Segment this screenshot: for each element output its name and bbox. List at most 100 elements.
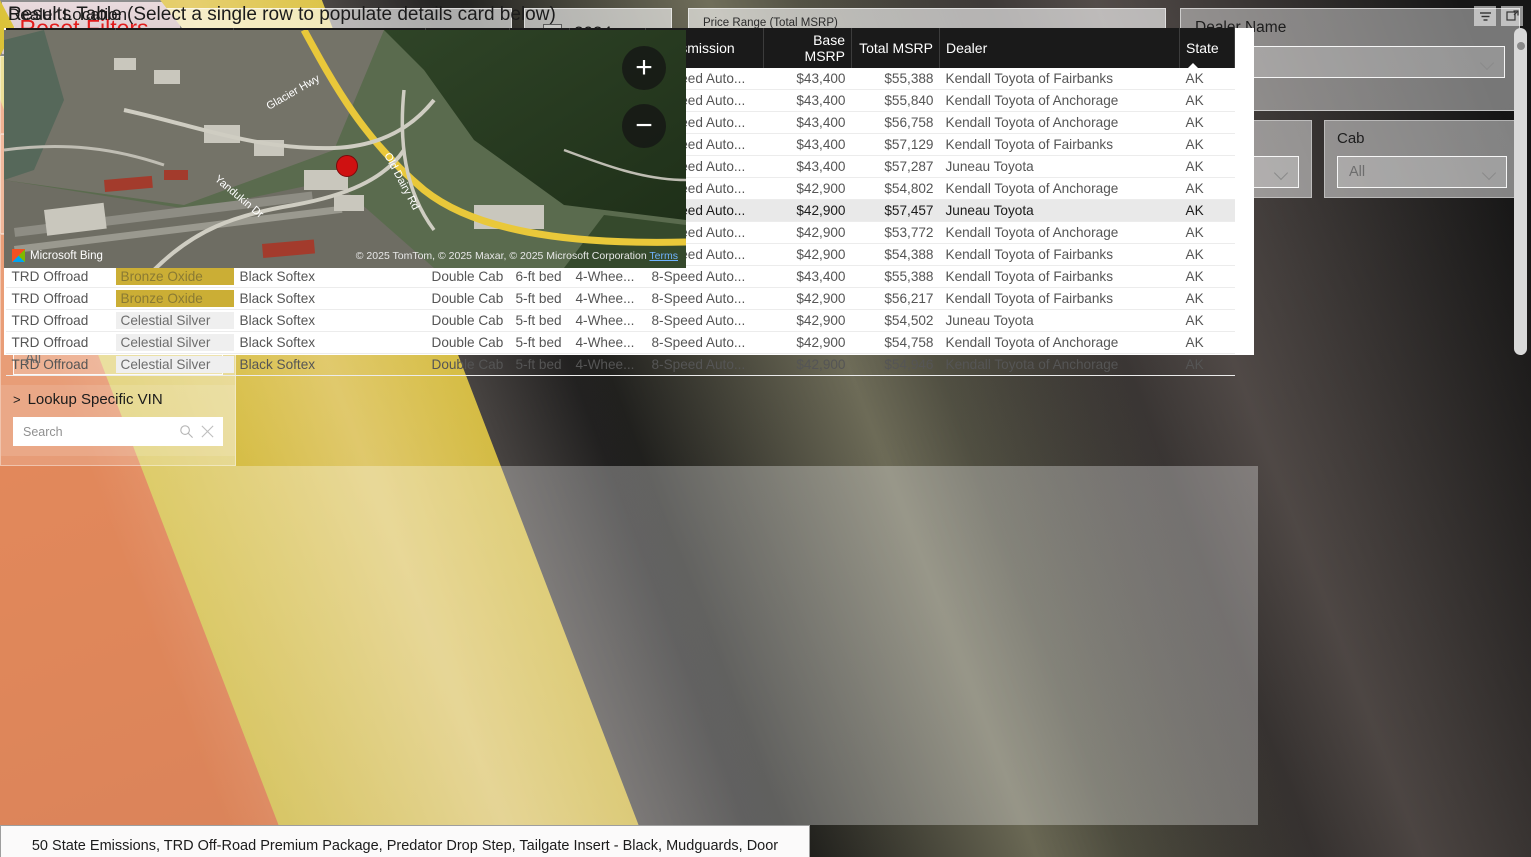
- cell-transmission: 8-Speed Auto...: [645, 353, 764, 376]
- cell-interior: Black Softex: [233, 287, 426, 310]
- cab-filter-label: Cab: [1337, 130, 1365, 147]
- cell-dealer: Kendall Toyota of Fairbanks: [939, 133, 1180, 156]
- scrollbar-thumb[interactable]: [1516, 42, 1525, 50]
- cell-base-msrp: $42,900: [763, 199, 852, 222]
- cell-dealer: Kendall Toyota of Fairbanks: [939, 287, 1180, 310]
- clear-icon[interactable]: [200, 424, 215, 439]
- cell-transmission: 8-Speed Auto...: [645, 287, 764, 310]
- vin-lookup-section: > Lookup Specific VIN Search: [1, 385, 235, 456]
- cell-total-msrp: $57,287: [851, 155, 940, 178]
- color-swatch: Celestial Silver: [115, 356, 234, 373]
- cell-total-msrp: $54,802: [851, 177, 940, 200]
- cell-base-msrp: $43,400: [763, 111, 852, 134]
- cell-state: AK: [1179, 353, 1235, 376]
- cell-state: AK: [1179, 221, 1235, 244]
- cell-trim: TRD Offroad: [5, 265, 116, 288]
- vin-lookup-header[interactable]: > Lookup Specific VIN: [13, 391, 223, 408]
- cell-state: AK: [1179, 177, 1235, 200]
- search-icon[interactable]: [179, 424, 194, 439]
- column-header-total-msrp[interactable]: Total MSRP: [851, 28, 940, 68]
- dealer-location-title: Dealer Location: [8, 5, 128, 24]
- focus-mode-icon[interactable]: [1501, 6, 1523, 26]
- cell-dealer: Kendall Toyota of Anchorage: [939, 221, 1180, 244]
- table-row[interactable]: TRD Offroad Celestial Silver Black Softex D…: [5, 309, 1235, 332]
- table-vertical-scrollbar[interactable]: [1514, 28, 1527, 355]
- map-terms-link[interactable]: Terms: [649, 250, 678, 262]
- cell-transmission: 8-Speed Auto...: [645, 309, 764, 332]
- option-packages-section: 50 State Emissions, TRD Off-Road Premium…: [1, 826, 809, 857]
- cell-dealer: Kendall Toyota of Anchorage: [939, 331, 1180, 354]
- cell-cab: Double Cab: [425, 265, 510, 288]
- cell-dealer: Kendall Toyota of Fairbanks: [939, 68, 1180, 90]
- cell-dealer: Kendall Toyota of Anchorage: [939, 353, 1180, 376]
- cell-base-msrp: $42,900: [763, 221, 852, 244]
- cell-base-msrp: $43,400: [763, 68, 852, 90]
- table-row[interactable]: TRD Offroad Celestial Silver Black Softex D…: [5, 331, 1235, 354]
- cab-filter-value: All: [1349, 164, 1366, 180]
- color-swatch: Celestial Silver: [115, 312, 234, 329]
- map-attribution-text: © 2025 TomTom, © 2025 Maxar, © 2025 Micr…: [355, 250, 647, 262]
- cell-base-msrp: $42,900: [763, 331, 852, 354]
- table-row[interactable]: TRD OffroadBronze OxideBlack SoftexDoubl…: [5, 287, 1235, 310]
- cell-state: AK: [1179, 265, 1235, 288]
- cell-trim: TRD Offroad: [5, 331, 116, 354]
- cell-dealer: Kendall Toyota of Fairbanks: [939, 243, 1180, 266]
- cell-drivetrain: 4-Whee...: [569, 353, 646, 376]
- cell-bed: 5-ft bed: [509, 331, 570, 354]
- map-attribution: © 2025 TomTom, © 2025 Maxar, © 2025 Micr…: [356, 250, 678, 262]
- column-header-state[interactable]: State: [1179, 28, 1235, 68]
- vin-lookup-label: Lookup Specific VIN: [27, 391, 163, 408]
- cell-total-msrp: $56,758: [851, 111, 940, 134]
- cell-color: Bronze Oxide: [115, 265, 234, 288]
- column-header-dealer[interactable]: Dealer: [939, 28, 1180, 68]
- cell-transmission: 8-Speed Auto...: [645, 265, 764, 288]
- vin-search-input[interactable]: Search: [13, 417, 223, 446]
- cell-drivetrain: 4-Whee...: [569, 309, 646, 332]
- cell-total-msrp: $54,388: [851, 243, 940, 266]
- dealer-location-pin[interactable]: [336, 155, 358, 177]
- cell-base-msrp: $43,400: [763, 155, 852, 178]
- cell-bed: 5-ft bed: [509, 287, 570, 310]
- sort-ascending-icon: [1188, 63, 1198, 68]
- cell-cab: Double Cab: [425, 309, 510, 332]
- cell-dealer: Juneau Toyota: [939, 309, 1180, 332]
- option-packages-text: 50 State Emissions, TRD Off-Road Premium…: [31, 838, 779, 854]
- table-row[interactable]: TRD OffroadBronze OxideBlack SoftexDoubl…: [5, 265, 1235, 288]
- cell-trim: TRD Offroad: [5, 287, 116, 310]
- cell-drivetrain: 4-Whee...: [569, 287, 646, 310]
- cell-state: AK: [1179, 111, 1235, 134]
- cell-total-msrp: $54,502: [851, 309, 940, 332]
- cell-dealer: Kendall Toyota of Fairbanks: [939, 265, 1180, 288]
- map-zoom-in-button[interactable]: +: [622, 46, 666, 90]
- cell-total-msrp: $55,388: [851, 265, 940, 288]
- cell-state: AK: [1179, 68, 1235, 90]
- filter-icon[interactable]: [1474, 6, 1496, 26]
- cab-filter-dropdown[interactable]: All: [1337, 156, 1507, 188]
- cell-base-msrp: $42,900: [763, 177, 852, 200]
- cell-bed: 5-ft bed: [509, 353, 570, 376]
- cell-total-msrp: $54,758: [851, 331, 940, 354]
- map-canvas[interactable]: Glacier Hwy Old Dairy Rd Yandukin Dr + −…: [4, 30, 686, 268]
- column-header-base-msrp[interactable]: Base MSRP: [763, 28, 852, 68]
- cell-dealer: Kendall Toyota of Anchorage: [939, 111, 1180, 134]
- color-swatch: Bronze Oxide: [115, 268, 234, 285]
- cell-dealer: Kendall Toyota of Anchorage: [939, 177, 1180, 200]
- cell-dealer: Kendall Toyota of Anchorage: [939, 89, 1180, 112]
- cell-base-msrp: $43,400: [763, 265, 852, 288]
- cell-color: Celestial Silver: [115, 309, 234, 332]
- table-row[interactable]: TRD Offroad Celestial Silver Black Softex D…: [5, 353, 1235, 376]
- bing-logo-text: Microsoft Bing: [30, 249, 103, 262]
- cell-bed: 5-ft bed: [509, 309, 570, 332]
- cell-bed: 6-ft bed: [509, 265, 570, 288]
- cell-color: Celestial Silver: [115, 353, 234, 376]
- cell-state: AK: [1179, 331, 1235, 354]
- chevron-down-icon: [1484, 168, 1497, 176]
- cell-color: Bronze Oxide: [115, 287, 234, 310]
- cell-base-msrp: $42,900: [763, 353, 852, 376]
- map-zoom-out-button[interactable]: −: [622, 104, 666, 148]
- cell-state: AK: [1179, 155, 1235, 178]
- cell-total-msrp: $57,457: [851, 199, 940, 222]
- cell-color: Celestial Silver: [115, 331, 234, 354]
- cell-drivetrain: 4-Whee...: [569, 331, 646, 354]
- cell-base-msrp: $42,900: [763, 243, 852, 266]
